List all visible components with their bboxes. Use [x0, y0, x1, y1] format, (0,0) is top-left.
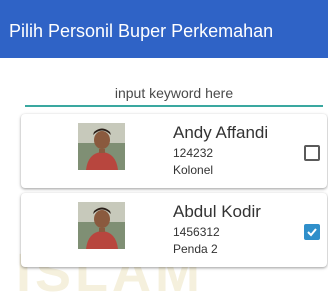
page-title: Pilih Personil Buper Perkemahan [9, 21, 274, 41]
personnel-name: Abdul Kodir [173, 202, 261, 221]
personnel-rank: Penda 2 [173, 242, 218, 256]
personnel-id-number: 1456312 [173, 225, 220, 239]
avatar [78, 202, 125, 249]
checkmark-icon [307, 228, 317, 237]
avatar [78, 123, 125, 170]
personnel-id-number: 124232 [173, 146, 214, 160]
app-bar: Pilih Personil Buper Perkemahan [0, 0, 328, 58]
personnel-card-abdul-kodir[interactable]: Abdul Kodir 1456312 Penda 2 [21, 193, 327, 267]
select-checkbox[interactable] [304, 224, 320, 240]
personnel-card-andy-affandi[interactable]: Andy Affandi 124232 Kolonel [21, 114, 327, 188]
personnel-rank: Kolonel [173, 163, 214, 177]
select-checkbox[interactable] [304, 145, 320, 161]
search-input[interactable] [25, 81, 323, 107]
personnel-name: Andy Affandi [173, 123, 269, 142]
